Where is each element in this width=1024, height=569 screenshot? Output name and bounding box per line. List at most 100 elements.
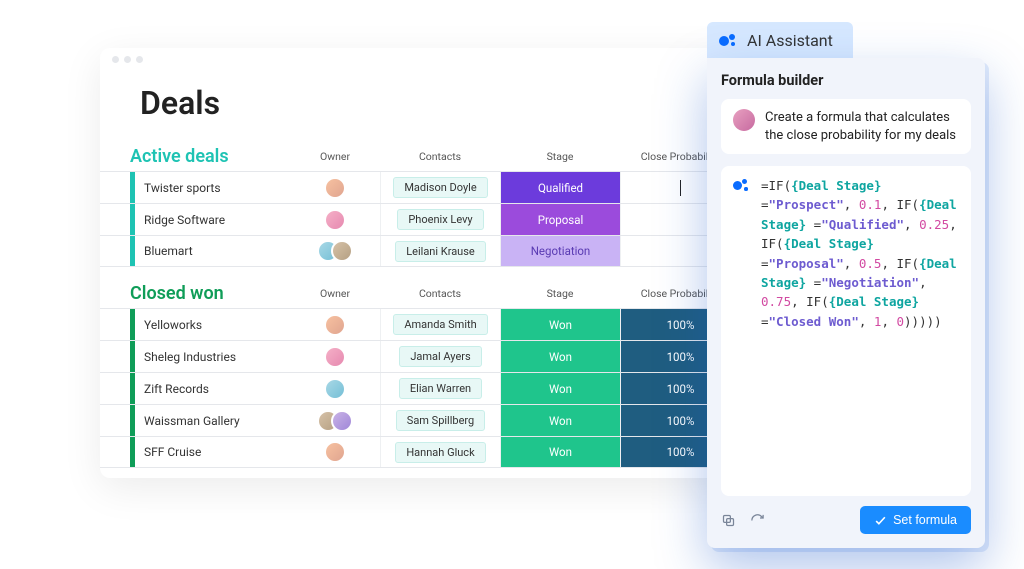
- stage-cell[interactable]: Won: [500, 309, 620, 340]
- ai-assistant-panel: Formula builder Create a formula that ca…: [707, 58, 985, 548]
- owner-cell[interactable]: [290, 177, 380, 199]
- deal-name: Yelloworks: [130, 318, 202, 332]
- user-message-text: Create a formula that calculates the clo…: [765, 109, 959, 144]
- deal-name-cell[interactable]: Zift Records: [100, 373, 290, 404]
- avatar: [324, 378, 346, 400]
- deal-name: Sheleg Industries: [130, 350, 236, 364]
- set-formula-button[interactable]: Set formula: [860, 506, 971, 534]
- stage-cell[interactable]: Negotiation: [500, 236, 620, 266]
- avatar: [331, 410, 353, 432]
- deals-window: Deals Active deals Owner Contacts Stage …: [100, 48, 740, 478]
- contact-chip: Jamal Ayers: [399, 346, 481, 367]
- group-color-bar: [130, 437, 135, 467]
- stage-chip: Won: [501, 309, 620, 340]
- stage-cell[interactable]: Won: [500, 437, 620, 467]
- group-color-bar: [130, 341, 135, 372]
- regenerate-icon[interactable]: [750, 513, 765, 528]
- table-row[interactable]: Bluemart Leilani KrauseNegotiation: [100, 235, 740, 267]
- section-header-closed: Closed won Owner Contacts Stage Close Pr…: [100, 283, 740, 308]
- table-row[interactable]: Ridge Software Phoenix Levy Proposal: [100, 203, 740, 235]
- stage-cell[interactable]: Won: [500, 405, 620, 436]
- contact-chip: Madison Doyle: [393, 177, 487, 198]
- contact-cell[interactable]: Madison Doyle: [380, 172, 500, 203]
- deal-name: Ridge Software: [130, 213, 225, 227]
- assistant-tab-label: AI Assistant: [747, 31, 833, 50]
- stage-chip: Won: [501, 437, 620, 467]
- assistant-logo-icon: [733, 176, 751, 194]
- deal-name: Twister sports: [130, 181, 221, 195]
- group-color-bar: [130, 236, 135, 266]
- avatar: [331, 240, 353, 262]
- stage-chip: Won: [501, 373, 620, 404]
- contact-cell[interactable]: Elian Warren: [380, 373, 500, 404]
- group-color-bar: [130, 172, 135, 203]
- contact-cell[interactable]: Sam Spillberg: [380, 405, 500, 436]
- stage-chip: Won: [501, 405, 620, 436]
- deal-name-cell[interactable]: Yelloworks: [100, 309, 290, 340]
- deal-name-cell[interactable]: Waissman Gallery: [100, 405, 290, 436]
- table-row[interactable]: Twister sports Madison Doyle Qualified: [100, 171, 740, 203]
- deal-name-cell[interactable]: SFF Cruise: [100, 437, 290, 467]
- contact-cell[interactable]: Leilani Krause: [380, 236, 500, 266]
- avatar: [324, 209, 346, 231]
- formula-text[interactable]: =IF({Deal Stage} ="Prospect", 0.1, IF({D…: [761, 176, 959, 486]
- check-icon: [874, 514, 887, 527]
- formula-response-bubble: =IF({Deal Stage} ="Prospect", 0.1, IF({D…: [721, 166, 971, 496]
- avatar: [324, 314, 346, 336]
- group-color-bar: [130, 309, 135, 340]
- set-formula-label: Set formula: [893, 513, 957, 527]
- table-row[interactable]: Sheleg IndustriesJamal AyersWon100%: [100, 340, 740, 372]
- deal-name: SFF Cruise: [130, 445, 201, 459]
- table-row[interactable]: Waissman GallerySam SpillbergWon100%: [100, 404, 740, 436]
- contact-cell[interactable]: Amanda Smith: [380, 309, 500, 340]
- contact-chip: Elian Warren: [399, 378, 482, 399]
- owner-cell[interactable]: [290, 346, 380, 368]
- contact-cell[interactable]: Jamal Ayers: [380, 341, 500, 372]
- contact-chip: Sam Spillberg: [396, 410, 485, 431]
- contact-chip: Amanda Smith: [393, 314, 487, 335]
- contact-chip: Hannah Gluck: [395, 442, 485, 463]
- ai-assistant-tab[interactable]: AI Assistant: [707, 22, 853, 58]
- user-avatar: [733, 109, 755, 131]
- section-title-closed: Closed won: [100, 283, 290, 304]
- stage-cell[interactable]: Qualified: [500, 172, 620, 203]
- assistant-logo-icon: [719, 30, 739, 50]
- group-color-bar: [130, 405, 135, 436]
- stage-chip: Won: [501, 341, 620, 372]
- col-header-contacts: Contacts: [380, 150, 500, 167]
- contact-cell[interactable]: Hannah Gluck: [380, 437, 500, 467]
- owner-cell[interactable]: [290, 209, 380, 231]
- deal-name-cell[interactable]: Twister sports: [100, 172, 290, 203]
- owner-cell[interactable]: [290, 240, 380, 262]
- stage-cell[interactable]: Won: [500, 373, 620, 404]
- stage-cell[interactable]: Won: [500, 341, 620, 372]
- table-row[interactable]: YelloworksAmanda SmithWon100%: [100, 308, 740, 340]
- contact-cell[interactable]: Phoenix Levy: [380, 204, 500, 235]
- owner-cell[interactable]: [290, 441, 380, 463]
- owner-cell[interactable]: [290, 410, 380, 432]
- window-titlebar: [100, 48, 740, 68]
- user-message-bubble: Create a formula that calculates the clo…: [721, 99, 971, 154]
- contact-chip: Phoenix Levy: [397, 209, 483, 230]
- col-header-owner: Owner: [290, 150, 380, 167]
- owner-cell[interactable]: [290, 378, 380, 400]
- group-color-bar: [130, 373, 135, 404]
- window-dot: [136, 56, 143, 63]
- page-title: Deals: [100, 68, 740, 146]
- stage-chip: Negotiation: [501, 236, 620, 266]
- table-row[interactable]: SFF CruiseHannah GluckWon100%: [100, 436, 740, 468]
- deal-name-cell[interactable]: Sheleg Industries: [100, 341, 290, 372]
- col-header-stage: Stage: [500, 287, 620, 304]
- table-row[interactable]: Zift RecordsElian WarrenWon100%: [100, 372, 740, 404]
- deal-name-cell[interactable]: Bluemart: [100, 236, 290, 266]
- stage-cell[interactable]: Proposal: [500, 204, 620, 235]
- owner-cell[interactable]: [290, 314, 380, 336]
- avatar: [324, 346, 346, 368]
- avatar: [324, 441, 346, 463]
- group-color-bar: [130, 204, 135, 235]
- avatar: [324, 177, 346, 199]
- copy-icon[interactable]: [721, 513, 736, 528]
- col-header-owner: Owner: [290, 287, 380, 304]
- stage-chip: Qualified: [501, 172, 620, 203]
- deal-name-cell[interactable]: Ridge Software: [100, 204, 290, 235]
